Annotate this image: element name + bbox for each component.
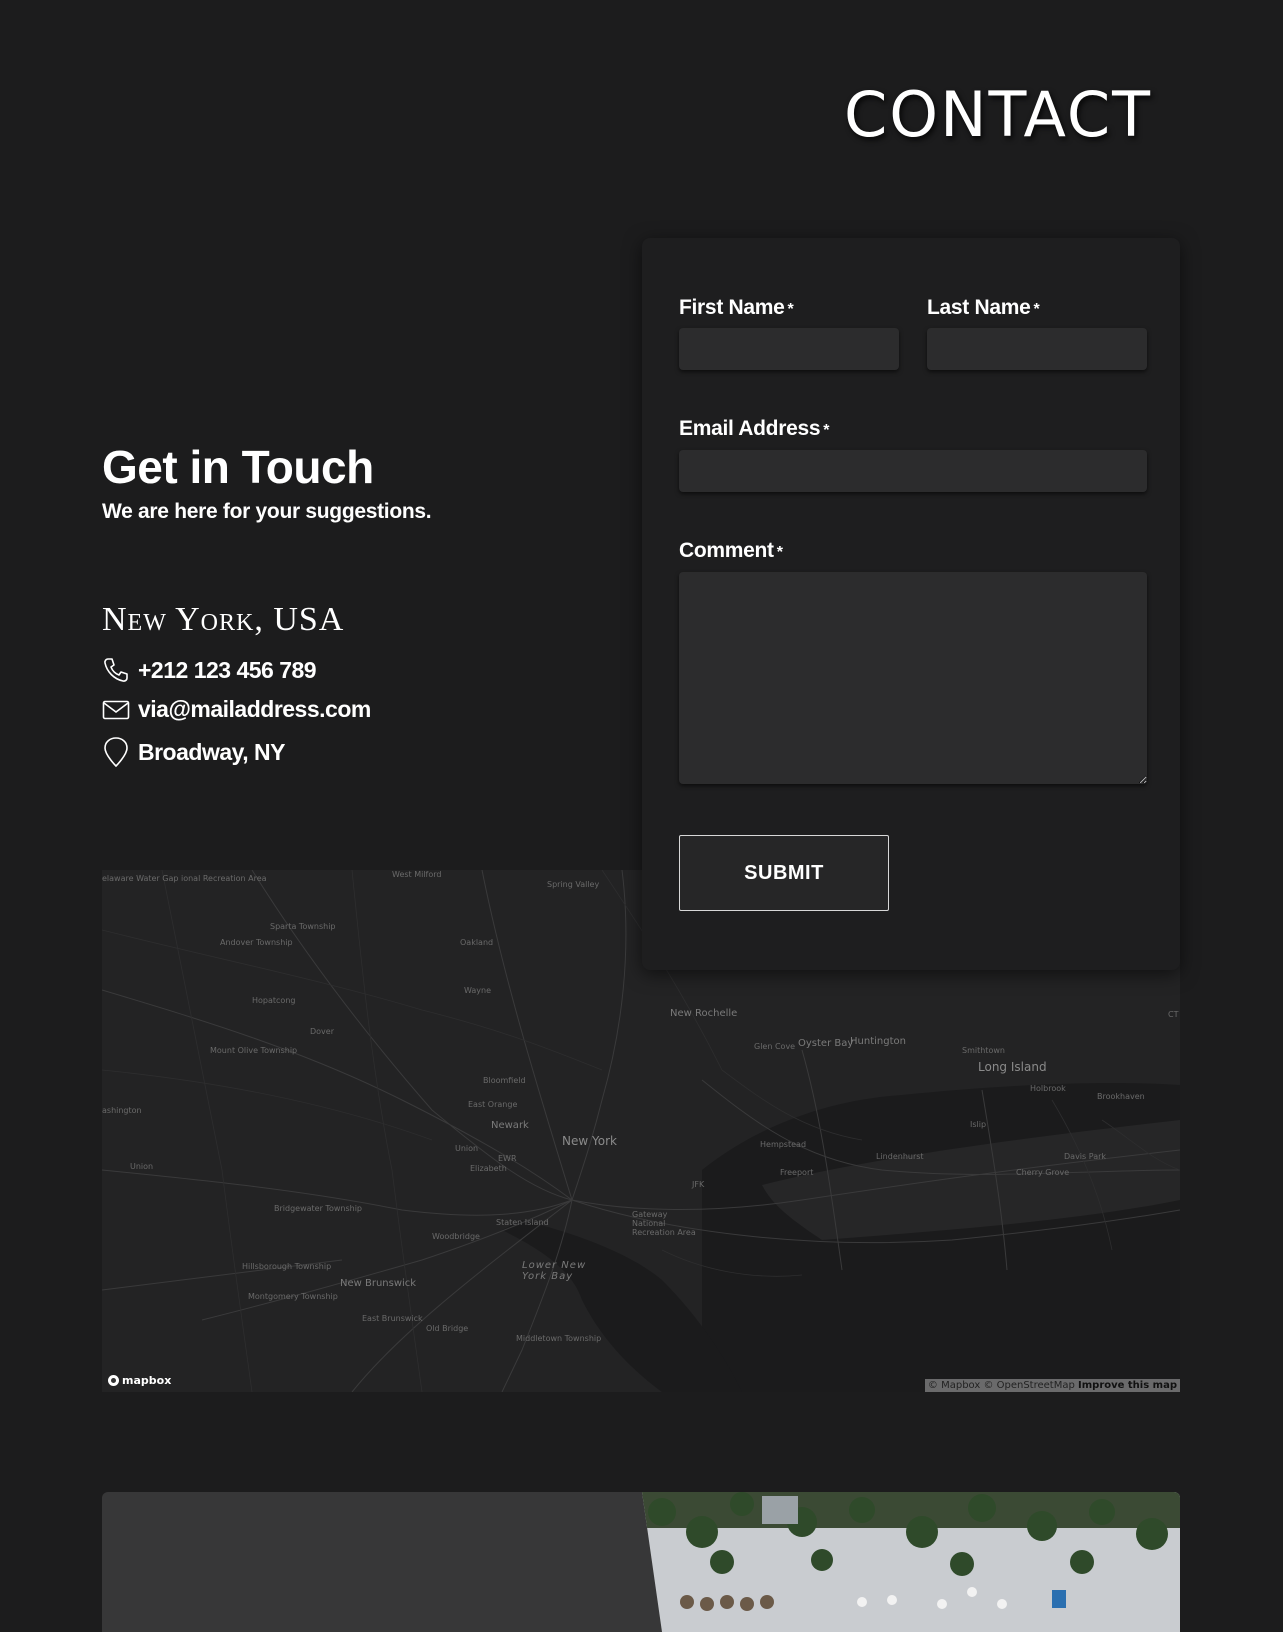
phone-number: +212 123 456 789 (138, 656, 317, 683)
comment-label: Comment * (679, 539, 783, 563)
required-mark: * (787, 301, 794, 318)
contact-form: First Name * Last Name * Email Address * Co… (642, 238, 1180, 970)
comment-textarea[interactable] (679, 572, 1147, 784)
map-label-davis-park: Davis Park (1064, 1152, 1107, 1161)
map-label-oyster-bay: Oyster Bay (798, 1038, 854, 1049)
get-in-touch-section: Get in Touch We are here for your sugges… (102, 440, 602, 524)
map-label-montgomery: Montgomery Township (248, 1292, 338, 1301)
phone-line[interactable]: +212 123 456 789 (102, 656, 317, 684)
first-name-label: First Name * (679, 296, 794, 320)
map-label-bridgewater: Bridgewater Township (274, 1204, 362, 1213)
map-label-union-nj: Union (455, 1144, 479, 1153)
page-title: CONTACT (843, 78, 1152, 151)
map-label-huntington: Huntington (850, 1036, 906, 1047)
map-label-dover: Dover (310, 1027, 334, 1036)
map-label-west-milford: West Milford (392, 870, 442, 879)
map-label-islip: Islip (970, 1120, 987, 1129)
map-label-smithtown: Smithtown (962, 1046, 1005, 1055)
map-label-new-york: New York (562, 1134, 617, 1148)
map-label-lower-new-york-bay: Lower New York Bay (522, 1260, 587, 1282)
map-label-ct: CT (1168, 1010, 1179, 1019)
map-label-andover: Andover Township (220, 938, 293, 947)
mapbox-icon (108, 1375, 119, 1386)
comment-label-text: Comment (679, 539, 774, 562)
map-label-east-orange: East Orange (468, 1100, 518, 1109)
map-label-union: Union (130, 1162, 154, 1171)
map-label-east-brunswick: East Brunswick (362, 1314, 423, 1323)
map-label-hopatcong: Hopatcong (252, 996, 296, 1005)
improve-map-link[interactable]: Improve this map (1078, 1380, 1177, 1391)
attribution-text[interactable]: © Mapbox © OpenStreetMap (928, 1380, 1075, 1391)
map-label-hempstead: Hempstead (760, 1140, 807, 1149)
mapbox-logo-text: mapbox (122, 1374, 172, 1387)
map-label-new-brunswick: New Brunswick (340, 1278, 417, 1289)
map-label-mount-olive: Mount Olive Township (210, 1046, 298, 1055)
map-label-elizabeth: Elizabeth (470, 1164, 507, 1173)
map-label-jfk: JFK (692, 1180, 705, 1189)
map-label-staten-island: Staten Island (496, 1218, 549, 1227)
map-label-bloomfield: Bloomfield (483, 1076, 526, 1085)
mapbox-logo[interactable]: mapbox (108, 1374, 171, 1387)
map-label-washington: ashington (102, 1106, 142, 1115)
city-heading: New York, USA (102, 601, 345, 638)
email-label-text: Email Address (679, 417, 821, 440)
submit-button[interactable]: SUBMIT (679, 835, 889, 911)
email-field[interactable] (679, 450, 1147, 492)
last-name-field[interactable] (927, 328, 1147, 370)
first-name-label-text: First Name (679, 296, 785, 319)
bottom-banner (102, 1492, 1180, 1632)
get-in-touch-subheading: We are here for your suggestions. (102, 500, 432, 523)
envelope-icon (102, 700, 130, 719)
required-mark: * (1033, 301, 1040, 318)
map-label-long-island: Long Island (978, 1060, 1047, 1074)
map-label-oakland: Oakland (460, 938, 494, 947)
map-label-middletown: Middletown Township (516, 1334, 602, 1343)
map-label-new-rochelle: New Rochelle (670, 1008, 738, 1019)
required-mark: * (776, 544, 783, 561)
map-label-woodbridge: Woodbridge (432, 1232, 480, 1241)
map-label-newark: Newark (491, 1120, 529, 1131)
get-in-touch-heading: Get in Touch (102, 441, 374, 493)
map-label-holbrook: Holbrook (1030, 1084, 1066, 1093)
map-label-cherry-grove: Cherry Grove (1016, 1168, 1070, 1177)
email-label: Email Address * (679, 417, 829, 441)
map-label-hillsborough: Hillsborough Township (242, 1262, 332, 1271)
map-label-wayne: Wayne (464, 986, 492, 995)
map-label-freeport: Freeport (780, 1168, 814, 1177)
map-label-delaware-gap: elaware Water Gap ional Recreation Area (102, 874, 267, 883)
map-label-old-bridge: Old Bridge (426, 1324, 469, 1333)
email-line[interactable]: via@mailaddress.com (102, 696, 371, 723)
beach-aerial-image (642, 1492, 1180, 1632)
map-label-gateway: Gateway National Recreation Area (632, 1210, 696, 1237)
street-address: Broadway, NY (138, 738, 285, 765)
phone-icon (104, 658, 128, 682)
map-label-spring-valley: Spring Valley (547, 880, 600, 889)
first-name-field[interactable] (679, 328, 899, 370)
map-attribution: © Mapbox © OpenStreetMap Improve this ma… (924, 1379, 1180, 1392)
address-line[interactable]: Broadway, NY (102, 736, 285, 768)
map-label-ewr: EWR (498, 1154, 517, 1163)
email-address: via@mailaddress.com (138, 696, 371, 722)
last-name-label-text: Last Name (927, 296, 1031, 319)
location-pin-icon (104, 737, 128, 768)
map-label-sparta: Sparta Township (270, 922, 336, 931)
map-label-brookhaven: Brookhaven (1097, 1092, 1145, 1101)
last-name-label: Last Name * (927, 296, 1040, 320)
map-label-lindenhurst: Lindenhurst (876, 1152, 924, 1161)
required-mark: * (823, 422, 830, 439)
map-label-glen-cove: Glen Cove (754, 1042, 796, 1051)
